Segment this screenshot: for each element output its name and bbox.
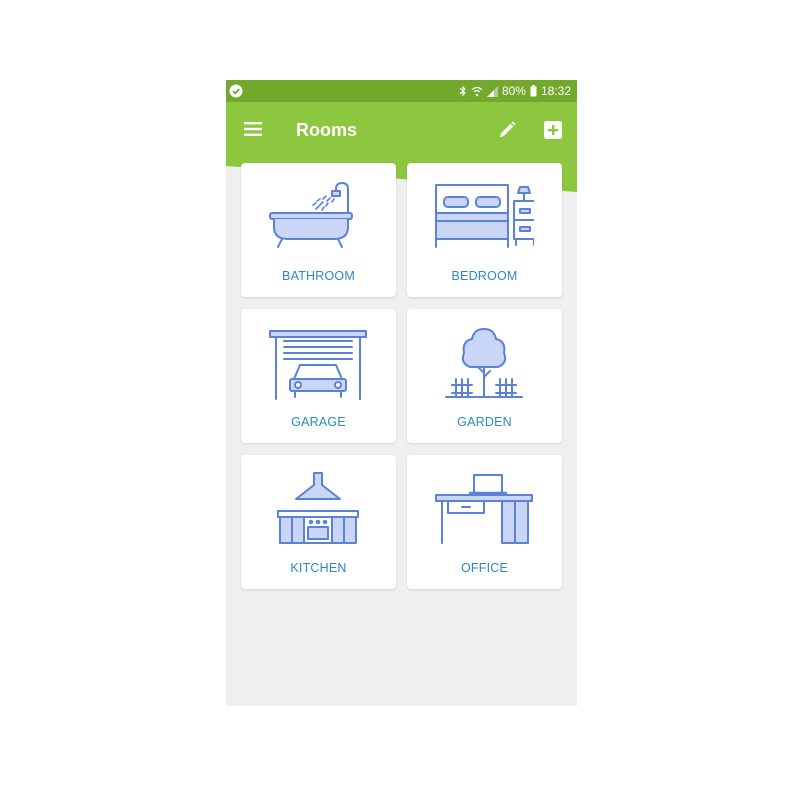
desk-icon [435, 474, 533, 544]
bed-icon [435, 184, 534, 248]
room-card-office[interactable]: OFFICE [407, 455, 562, 589]
battery-percent: 80% [501, 84, 526, 98]
tree-icon [445, 328, 523, 398]
app-bar [226, 102, 577, 160]
room-card-garden[interactable]: GARDEN [407, 309, 562, 443]
room-card-kitchen[interactable]: KITCHEN [241, 455, 396, 589]
garage-icon [269, 330, 367, 400]
check-circle-icon [229, 84, 243, 98]
phone-screen: 80% 18:32 Rooms BATHROOM BEDROOM GARAGE … [226, 80, 577, 706]
status-time: 18:32 [540, 84, 571, 98]
wifi-icon [471, 86, 483, 97]
room-label-kitchen: KITCHEN [290, 561, 347, 575]
bluetooth-icon [459, 85, 467, 97]
edit-icon[interactable] [496, 119, 518, 141]
signal-icon [486, 85, 498, 97]
room-card-bathroom[interactable]: BATHROOM [241, 163, 396, 297]
room-label-office: OFFICE [460, 561, 509, 575]
kitchen-icon [277, 472, 359, 544]
room-label-garage: GARAGE [291, 415, 346, 429]
page-title: Rooms [296, 120, 358, 140]
add-icon[interactable] [543, 120, 563, 140]
room-label-bedroom: BEDROOM [451, 269, 518, 283]
room-card-garage[interactable]: GARAGE [241, 309, 396, 443]
menu-icon[interactable] [243, 120, 263, 138]
status-bar: 80% 18:32 [226, 80, 577, 102]
room-card-bedroom[interactable]: BEDROOM [407, 163, 562, 297]
battery-icon [530, 85, 537, 97]
room-label-garden: GARDEN [457, 415, 512, 429]
bathtub-icon [269, 182, 353, 248]
room-label-bathroom: BATHROOM [282, 269, 355, 283]
